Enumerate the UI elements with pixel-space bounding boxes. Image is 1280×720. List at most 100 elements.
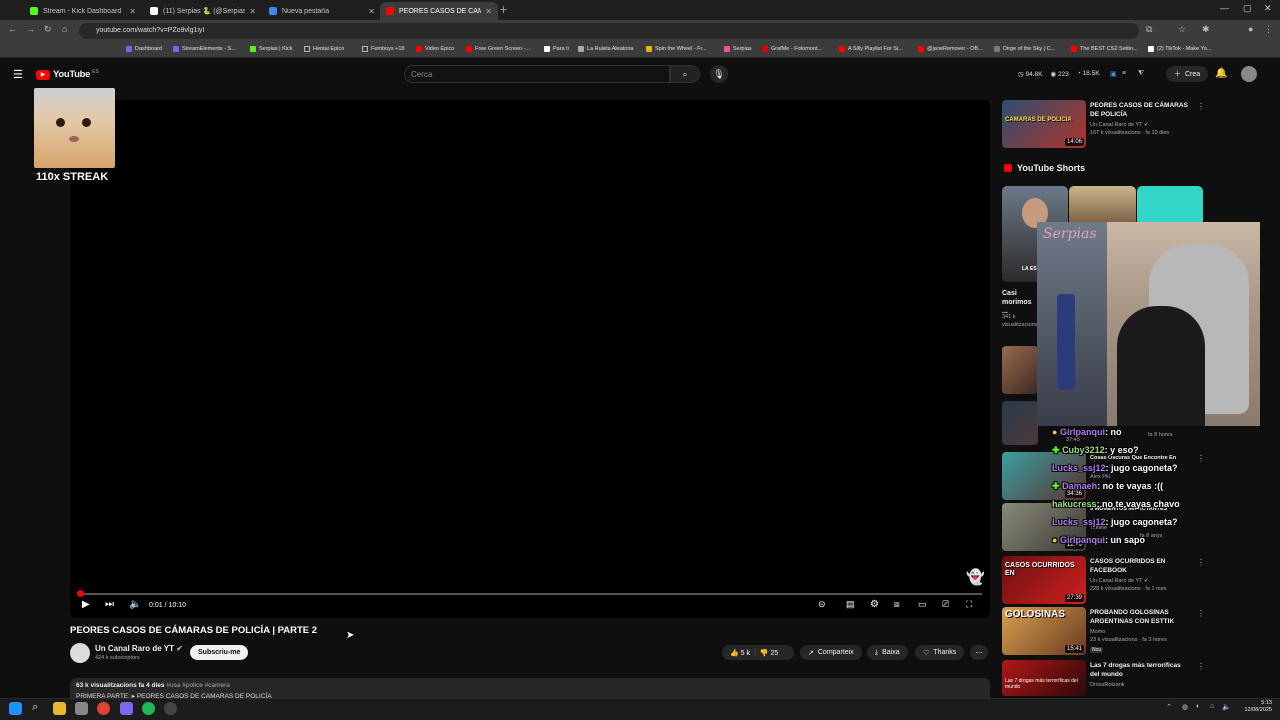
close-icon[interactable]: ✕ xyxy=(485,7,492,16)
recommended-video[interactable]: CASOS OCURRIDOS EN 27:39 CASOS OCURRIDOS… xyxy=(1002,556,1205,604)
filter-icon[interactable]: ⧨ xyxy=(1138,70,1144,78)
like-button[interactable]: 👍 5 k xyxy=(730,649,750,657)
chrome-icon[interactable] xyxy=(97,702,110,715)
autoplay-toggle-icon[interactable]: ⊝ xyxy=(818,599,826,610)
search-input[interactable]: Cerca xyxy=(404,65,670,83)
video-thumbnail[interactable] xyxy=(1002,401,1038,445)
settings-gear-icon[interactable]: ⚙ xyxy=(870,599,879,610)
voice-search-button[interactable]: 🎙 xyxy=(710,65,728,83)
tray-app-icon[interactable]: ◐ xyxy=(1196,703,1200,710)
bookmark-star-icon[interactable]: ☆ xyxy=(1178,24,1186,35)
more-vert-icon[interactable]: ⋮ xyxy=(1197,102,1205,111)
more-vert-icon[interactable]: ⋮ xyxy=(1197,609,1205,618)
tab-x-serpias[interactable]: (11) Serpias 🐍 (@Serpias) / X ✕ xyxy=(144,2,262,20)
obs-icon[interactable] xyxy=(164,702,177,715)
tray-app-icon[interactable]: ◍ xyxy=(1182,703,1188,711)
short-thumbnail[interactable] xyxy=(1137,186,1203,226)
subtitles-icon[interactable]: ▤ xyxy=(846,599,855,610)
network-icon[interactable]: ⌂ xyxy=(1210,703,1214,710)
bookmark-item[interactable]: GrafMe - Fotomont... xyxy=(762,46,822,52)
recommended-video[interactable]: 34:36 Cosas Oscuras Que Encontre En Alex… xyxy=(1002,452,1205,500)
miniplayer-icon[interactable]: ⧈ xyxy=(894,599,900,610)
forward-icon[interactable]: → xyxy=(26,24,35,34)
list-icon[interactable]: ≡ xyxy=(1122,70,1126,77)
bookmark-item[interactable]: La Ruleta Aleatoria xyxy=(578,46,633,52)
reload-icon[interactable]: ↻ xyxy=(44,24,52,35)
extensions-icon[interactable]: ⧉ xyxy=(1146,24,1152,35)
bookmark-item[interactable]: A Silly Playlist For Si... xyxy=(839,46,903,52)
video-player[interactable] xyxy=(70,100,990,618)
bookmark-item[interactable]: Spin the Wheel - Fr... xyxy=(646,46,707,52)
account-avatar[interactable] xyxy=(1241,66,1257,82)
search-button[interactable]: ⌕ xyxy=(670,65,700,83)
spotify-icon[interactable] xyxy=(142,702,155,715)
extension-icon[interactable]: ▣ xyxy=(1110,70,1117,78)
more-actions-button[interactable]: ⋯ xyxy=(970,645,988,660)
volume-icon[interactable]: 🔈 xyxy=(129,599,141,610)
recommended-video[interactable]: GOLOSINAS 15:41 PROBANDO GOLOSINAS ARGEN… xyxy=(1002,607,1205,655)
bookmark-item[interactable]: Video Epico xyxy=(416,46,454,52)
close-window-button[interactable]: ✕ xyxy=(1264,3,1272,14)
tab-new-tab[interactable]: Nueva pestaña ✕ xyxy=(263,2,381,20)
menu-dots-icon[interactable]: ⋮ xyxy=(1264,24,1273,35)
puzzle-icon[interactable]: ✱ xyxy=(1202,24,1210,35)
address-bar[interactable]: youtube.com/watch?v=PZo9vlg1iyI xyxy=(79,23,1139,39)
recommended-video[interactable]: CAMARAS DE POLICIA 14:06 PEORES CASOS DE… xyxy=(1002,100,1205,148)
recommended-video[interactable]: Las 7 drogas más terroríficas del mundo … xyxy=(1002,660,1205,696)
dislike-button[interactable]: 👎 25 xyxy=(760,649,778,657)
youtube-logo[interactable]: ▶ YouTube ES xyxy=(36,69,99,80)
share-button[interactable]: ↗ Comparteix xyxy=(800,645,862,660)
bookmark-item[interactable]: @janeRemover - OB... xyxy=(918,46,983,52)
back-icon[interactable]: ← xyxy=(8,24,17,34)
video-thumbnail[interactable] xyxy=(1002,346,1038,394)
system-clock[interactable]: 5:13 12/08/2025 xyxy=(1236,700,1272,714)
short-thumbnail[interactable] xyxy=(1069,186,1136,226)
tab-kick-dashboard[interactable]: Stream - Kick Dashboard ✕ xyxy=(24,2,142,20)
new-tab-button[interactable]: ＋ xyxy=(499,3,508,16)
bookmark-item[interactable]: Serpias xyxy=(724,46,752,52)
thanks-button[interactable]: ♡ Thanks xyxy=(915,645,965,660)
bookmark-item[interactable]: Dirge of the Sky | C... xyxy=(994,46,1055,52)
volume-tray-icon[interactable]: 🔈 xyxy=(1222,703,1231,711)
play-icon[interactable]: ▶ xyxy=(82,599,90,610)
bookmark-item[interactable]: StreamElements - S... xyxy=(173,46,236,52)
app-icon[interactable] xyxy=(75,702,88,715)
more-vert-icon[interactable]: ⋮ xyxy=(1197,454,1205,463)
more-vert-icon[interactable]: ⋮ xyxy=(1197,558,1205,567)
notifications-bell-icon[interactable]: 🔔 xyxy=(1215,68,1227,79)
create-button[interactable]: ＋ Crea xyxy=(1166,66,1209,82)
bookmark-item[interactable]: Dashboard xyxy=(126,46,162,52)
more-vert-icon[interactable]: ⋮ xyxy=(1197,662,1205,671)
tray-chevron-icon[interactable]: ⌃ xyxy=(1166,703,1172,711)
discord-icon[interactable] xyxy=(120,702,133,715)
fullscreen-icon[interactable]: ⛶ xyxy=(966,599,972,610)
theater-mode-icon[interactable]: ▭ xyxy=(918,599,927,610)
minimize-button[interactable]: — xyxy=(1220,3,1229,13)
maximize-button[interactable]: ▢ xyxy=(1243,3,1252,14)
bookmark-item[interactable]: Hentai Epico xyxy=(304,46,344,52)
bookmark-item[interactable]: Free Green Screen -... xyxy=(466,46,530,52)
cast-icon[interactable]: ⎚ xyxy=(942,599,949,610)
close-icon[interactable]: ✕ xyxy=(129,7,136,16)
close-icon[interactable]: ✕ xyxy=(249,7,256,16)
next-icon[interactable]: ⏭ xyxy=(105,599,114,610)
search-icon[interactable]: ⌕ xyxy=(32,701,38,714)
bookmark-item[interactable]: Femboys +18 xyxy=(362,46,404,52)
progress-track[interactable] xyxy=(78,593,982,595)
close-icon[interactable]: ✕ xyxy=(368,7,375,16)
download-button[interactable]: ⤓ Baixa xyxy=(867,645,908,660)
hamburger-menu-icon[interactable]: ☰ xyxy=(13,68,23,81)
channel-avatar[interactable] xyxy=(70,643,90,663)
bookmark-item[interactable]: (2) TikTok - Make Yo... xyxy=(1148,46,1211,52)
profile-icon[interactable]: ● xyxy=(1248,24,1253,34)
file-explorer-icon[interactable] xyxy=(53,702,66,715)
progress-scrubber[interactable] xyxy=(77,590,84,597)
bookmark-item[interactable]: Serpias | Kick xyxy=(250,46,293,52)
tab-youtube-video[interactable]: PEORES CASOS DE CÁMARAS ✕ xyxy=(380,2,498,20)
home-icon[interactable]: ⌂ xyxy=(62,24,67,34)
bookmark-item[interactable]: The BEST CS2 Settin... xyxy=(1071,46,1138,52)
channel-name[interactable]: Un Canal Raro de YT ✔ xyxy=(95,644,183,653)
subscribe-button[interactable]: Subscriu-me xyxy=(190,645,249,660)
bookmark-item[interactable]: Para ti xyxy=(544,46,569,52)
windows-start-icon[interactable] xyxy=(9,702,22,715)
